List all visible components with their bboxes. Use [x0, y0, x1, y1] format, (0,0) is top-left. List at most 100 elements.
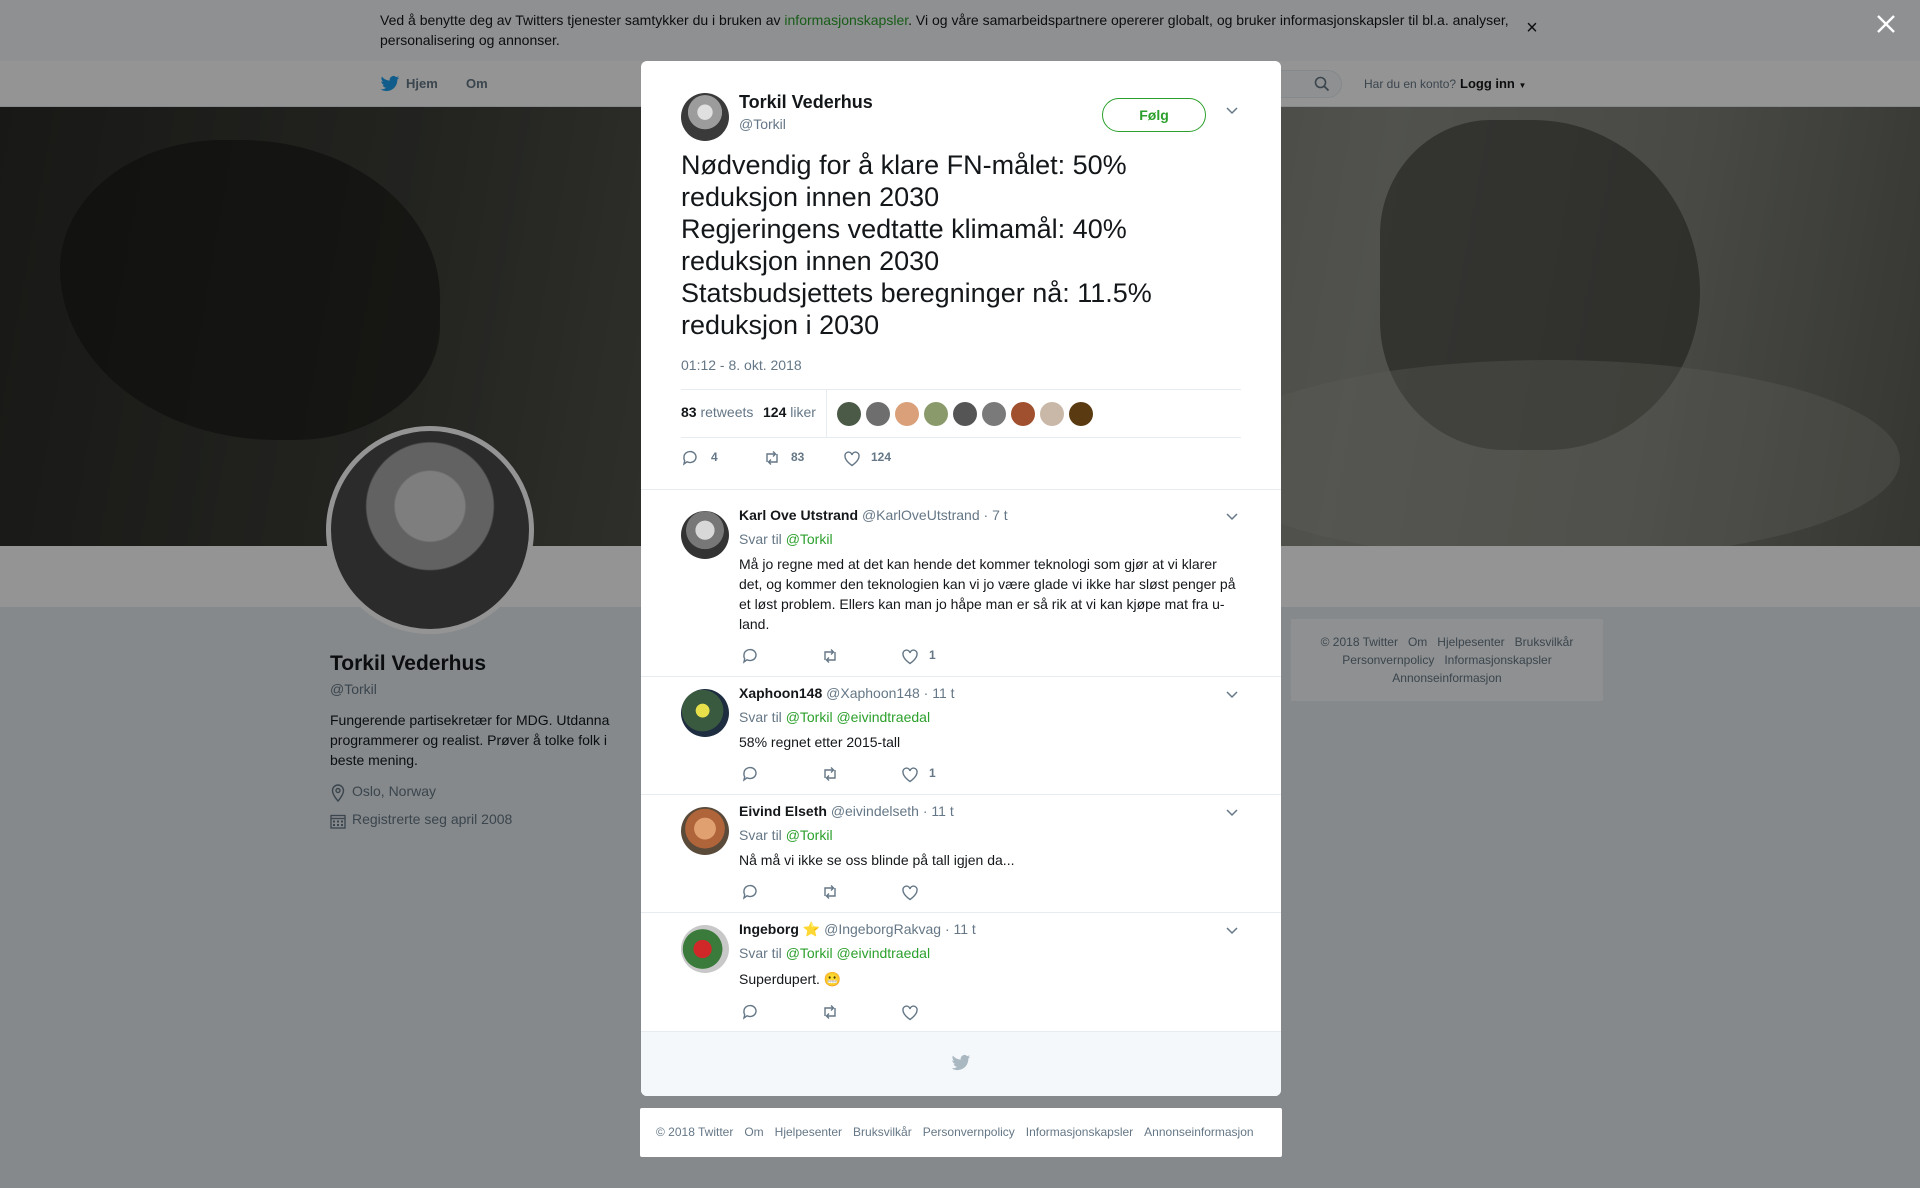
reply-avatar[interactable] [681, 511, 729, 559]
reply-to-label: Svar til [739, 945, 782, 961]
reply-author-name[interactable]: Ingeborg [739, 921, 799, 937]
tweet-timestamp[interactable]: 01:12 - 8. okt. 2018 [681, 357, 802, 373]
like-count-link[interactable]: 124 liker [763, 404, 816, 420]
reply-time[interactable]: · 7 t [984, 507, 1008, 523]
reply-to-label: Svar til [739, 531, 782, 547]
liker-avatar[interactable] [837, 402, 861, 426]
retweet-icon[interactable] [821, 765, 839, 783]
stats-divider [826, 390, 827, 437]
liker-avatar[interactable] [982, 402, 1006, 426]
chevron-down-icon[interactable] [1226, 107, 1238, 115]
grimace-emoji-icon: 😬 [823, 971, 842, 987]
heart-icon[interactable] [901, 884, 919, 902]
reply-icon[interactable] [741, 883, 759, 901]
reply-mention[interactable]: @eivindtraedal [836, 945, 930, 961]
like-action-count: 124 [871, 450, 892, 464]
follow-button[interactable]: Følg [1102, 98, 1206, 132]
retweet-icon[interactable] [821, 647, 839, 665]
retweet-icon[interactable] [763, 449, 781, 467]
twitter-bird-icon [951, 1054, 971, 1071]
bottom-footer: © 2018 Twitter Om Hjelpesenter Bruksvilkår P… [640, 1108, 1282, 1157]
retweet-icon[interactable] [821, 883, 839, 901]
liker-avatar[interactable] [1069, 402, 1093, 426]
reply-author-handle[interactable]: @eivindelseth [831, 803, 919, 819]
reply-to-label: Svar til [739, 827, 782, 843]
reply-to: Svar til @Torkil [739, 827, 833, 843]
retweet-count-label: retweets [700, 404, 754, 420]
chevron-down-icon[interactable] [1226, 927, 1238, 935]
tweet-text-line: Nødvendig for å klare FN-målet: 50% [681, 150, 1127, 180]
reply-text: Nå må vi ikke se oss blinde på tall igje… [739, 852, 1015, 868]
reply-to-label: Svar til [739, 709, 782, 725]
reply-header: Xaphoon148 @Xaphoon148 · 11 t [739, 685, 955, 701]
reply-avatar[interactable] [681, 925, 729, 973]
reply-to: Svar til @Torkil @eivindtraedal [739, 709, 930, 725]
like-count-label: liker [790, 404, 816, 420]
tweet-author-handle[interactable]: @Torkil [739, 116, 786, 132]
liker-avatar[interactable] [866, 402, 890, 426]
reply-divider [641, 676, 1281, 677]
tweet-text-line: reduksjon innen 2030 [681, 182, 940, 212]
reply-count: 4 [711, 450, 718, 464]
reply-mention[interactable]: @eivindtraedal [836, 709, 930, 725]
chevron-down-icon[interactable] [1226, 513, 1238, 521]
like-count: 124 [763, 404, 787, 420]
tweet-text-line: Regjeringens vedtatte klimamål: 40% [681, 214, 1127, 244]
liker-avatar[interactable] [1040, 402, 1064, 426]
footer-link[interactable]: Bruksvilkår [853, 1125, 912, 1139]
reply-mention[interactable]: @Torkil [786, 945, 833, 961]
reply-header: Ingeborg ⭐ @IngeborgRakvag · 11 t [739, 921, 976, 938]
reply-mention[interactable]: @Torkil [786, 827, 833, 843]
footer-link[interactable]: Hjelpesenter [775, 1125, 842, 1139]
liker-avatar[interactable] [895, 402, 919, 426]
reply-icon[interactable] [741, 647, 759, 665]
reply-time[interactable]: · 11 t [945, 921, 976, 937]
reply-author-name[interactable]: Eivind Elseth [739, 803, 827, 819]
footer-link[interactable]: Om [744, 1125, 763, 1139]
tweet-author-avatar[interactable] [681, 93, 729, 141]
reply-time[interactable]: · 11 t [924, 685, 955, 701]
tweet-text-line: Statsbudsjettets beregninger nå: 11.5% [681, 278, 1152, 308]
tweet-author-name[interactable]: Torkil Vederhus [739, 92, 873, 113]
chevron-down-icon[interactable] [1226, 809, 1238, 817]
reply-author-name[interactable]: Karl Ove Utstrand [739, 507, 858, 523]
reply-header: Eivind Elseth @eivindelseth · 11 t [739, 803, 954, 819]
reply-avatar[interactable] [681, 807, 729, 855]
retweet-count: 83 [681, 404, 697, 420]
reply-author-handle[interactable]: @Xaphoon148 [826, 685, 920, 701]
footer-link[interactable]: Annonseinformasjon [1144, 1125, 1253, 1139]
reply-divider [641, 489, 1281, 490]
reply-time[interactable]: · 11 t [923, 803, 954, 819]
reply-author-handle[interactable]: @IngeborgRakvag [824, 921, 941, 937]
liker-avatar[interactable] [1011, 402, 1035, 426]
footer-link[interactable]: Informasjonskapsler [1026, 1125, 1133, 1139]
reply-like-count: 1 [929, 766, 936, 780]
heart-icon[interactable] [901, 1004, 919, 1022]
tweet-text-line: reduksjon innen 2030 [681, 246, 940, 276]
heart-icon[interactable] [901, 648, 919, 666]
reply-to: Svar til @Torkil [739, 531, 833, 547]
reply-icon[interactable] [741, 1003, 759, 1021]
reply-mention[interactable]: @Torkil [786, 709, 833, 725]
tweet-stats: 83 retweets 124 liker [681, 389, 1241, 438]
reply-author-handle[interactable]: @KarlOveUtstrand [862, 507, 980, 523]
liker-avatar[interactable] [924, 402, 948, 426]
reply-text: Superdupert. 😬 [739, 969, 1239, 989]
retweet-count-link[interactable]: 83 retweets [681, 404, 753, 420]
chevron-down-icon[interactable] [1226, 691, 1238, 699]
reply-to: Svar til @Torkil @eivindtraedal [739, 945, 930, 961]
liker-avatar[interactable] [953, 402, 977, 426]
tweet-text-line: reduksjon i 2030 [681, 310, 880, 340]
reply-avatar[interactable] [681, 689, 729, 737]
close-icon[interactable] [1874, 12, 1898, 36]
reply-mention[interactable]: @Torkil [786, 531, 833, 547]
footer-link[interactable]: Personvernpolicy [923, 1125, 1015, 1139]
reply-header: Karl Ove Utstrand @KarlOveUtstrand · 7 t [739, 507, 1008, 523]
modal-bottom-bar [641, 1031, 1281, 1096]
heart-icon[interactable] [843, 450, 861, 468]
reply-icon[interactable] [681, 449, 699, 467]
retweet-icon[interactable] [821, 1003, 839, 1021]
heart-icon[interactable] [901, 766, 919, 784]
reply-author-name[interactable]: Xaphoon148 [739, 685, 822, 701]
reply-icon[interactable] [741, 765, 759, 783]
